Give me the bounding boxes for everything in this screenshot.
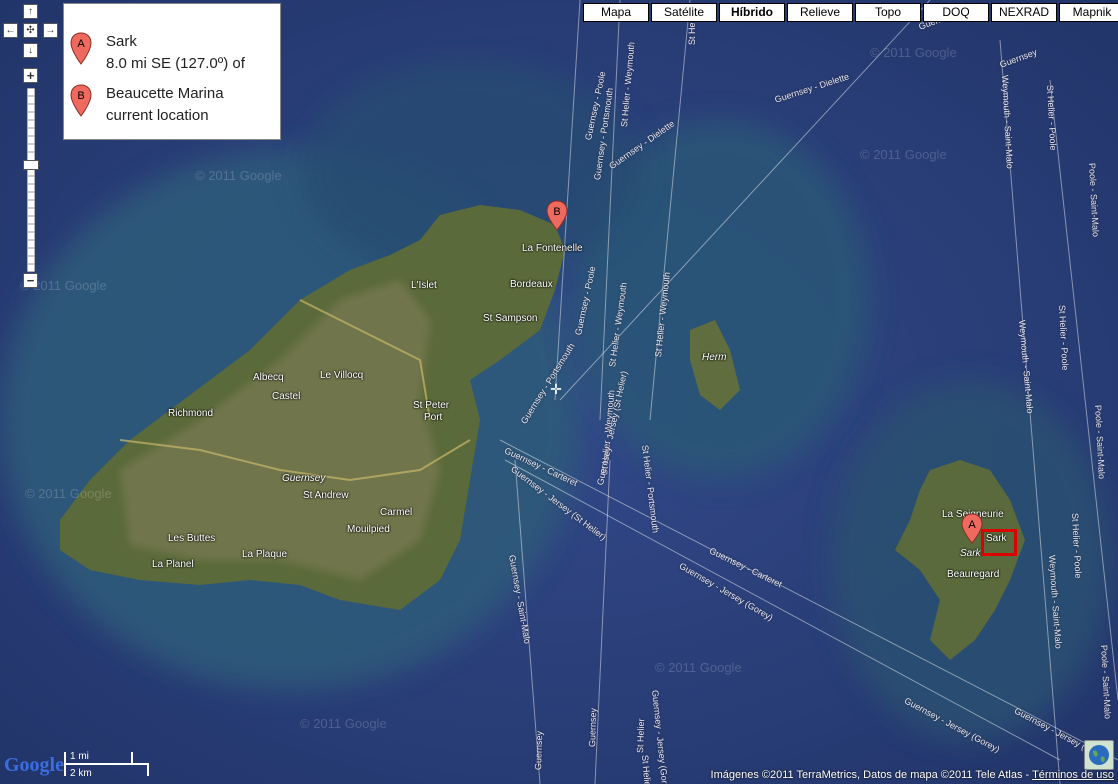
place-label: Bordeaux — [510, 279, 553, 290]
watermark: © 2011 Google — [25, 486, 112, 501]
maptype-mapnik-button[interactable]: Mapnik — [1059, 3, 1118, 22]
place-label: La Fontenelle — [522, 243, 583, 254]
legend-b-detail: current location — [106, 107, 209, 124]
marker-b-pin[interactable]: B — [546, 200, 568, 232]
maptype-doq-button[interactable]: DOQ — [923, 3, 989, 22]
marker-a-icon: A — [70, 32, 92, 65]
scale-bar: 1 mi 2 km — [64, 748, 154, 780]
zoom-out-button[interactable]: − — [23, 273, 38, 288]
marker-a-pin[interactable]: A — [961, 513, 983, 545]
maptype-mapa-button[interactable]: Mapa — [583, 3, 649, 22]
svg-text:A: A — [968, 519, 976, 531]
sark-highlight-box — [981, 529, 1017, 556]
maptype-relieve-button[interactable]: Relieve — [787, 3, 853, 22]
svg-text:B: B — [553, 206, 560, 218]
place-label: Port — [424, 412, 443, 423]
place-label: Sark — [960, 548, 981, 559]
zoom-in-button[interactable]: + — [23, 68, 38, 83]
watermark: © 2011 Google — [195, 168, 282, 183]
place-label: Les Buttes — [168, 533, 216, 544]
scale-km-label: 2 km — [70, 768, 92, 779]
place-label: Carmel — [380, 507, 413, 518]
place-label: La Planel — [152, 559, 194, 570]
ferry-route-label: Guernsey — [587, 707, 599, 748]
zoom-slider-handle[interactable] — [23, 160, 39, 170]
place-label: St Sampson — [483, 313, 538, 324]
maptype-hibrido-button[interactable]: Híbrido — [719, 3, 785, 22]
place-label: Guernsey — [282, 473, 326, 484]
attribution-text: Imágenes ©2011 TerraMetrics, Datos de ma… — [710, 769, 1033, 781]
maptype-nexrad-button[interactable]: NEXRAD — [991, 3, 1057, 22]
google-logo[interactable]: Google — [4, 754, 64, 777]
maptype-topo-button[interactable]: Topo — [855, 3, 921, 22]
scale-miles-label: 1 mi — [70, 751, 89, 762]
zoom-slider-track[interactable] — [27, 88, 35, 272]
place-label: St Peter — [413, 400, 450, 411]
marker-b-icon: B — [70, 84, 92, 117]
watermark: © 2011 Google — [860, 147, 947, 162]
place-label: Richmond — [168, 408, 214, 419]
svg-text:B: B — [77, 90, 84, 102]
legend-b-name: Beaucette Marina — [106, 85, 224, 102]
pan-down-button[interactable]: ↓ — [23, 43, 38, 58]
place-label: Mouilpied — [347, 524, 390, 535]
pan-center-button[interactable]: ✣ — [23, 23, 38, 38]
map-attribution: Imágenes ©2011 TerraMetrics, Datos de ma… — [711, 769, 1114, 781]
place-label: Herm — [702, 352, 727, 363]
pan-up-button[interactable]: ↑ — [23, 4, 38, 19]
terms-of-use-link[interactable]: Términos de uso — [1032, 769, 1114, 781]
place-label: Beauregard — [947, 569, 1000, 580]
watermark: © 2011 Google — [655, 660, 742, 675]
place-label: Le Villocq — [320, 370, 364, 381]
place-label: L'Islet — [411, 280, 437, 291]
place-label: La Plaque — [242, 549, 288, 560]
map-type-bar: Mapa Satélite Híbrido Relieve Topo DOQ N… — [581, 3, 1118, 22]
watermark: © 2011 Google — [300, 716, 387, 731]
pan-left-button[interactable]: ← — [3, 23, 18, 38]
crosshair-cursor-icon: ✛ — [550, 381, 562, 397]
svg-text:A: A — [77, 38, 85, 50]
legend-a-detail: 8.0 mi SE (127.0º) of — [106, 55, 245, 72]
ferry-route-label: St Helier — [635, 718, 647, 754]
watermark: © 2011 Google — [870, 45, 957, 60]
place-label: St Andrew — [303, 490, 349, 501]
pan-right-button[interactable]: → — [43, 23, 58, 38]
globe-button[interactable] — [1084, 740, 1114, 770]
legend-a-name: Sark — [106, 33, 137, 50]
globe-icon — [1089, 745, 1109, 765]
maptype-satelite-button[interactable]: Satélite — [651, 3, 717, 22]
marker-legend: A Sark 8.0 mi SE (127.0º) of B Beaucette… — [63, 3, 281, 140]
google-logo-text: Google — [4, 754, 64, 776]
place-label: Albecq — [253, 372, 284, 383]
ferry-route-label: Guernsey — [533, 730, 545, 771]
place-label: Castel — [272, 391, 301, 402]
